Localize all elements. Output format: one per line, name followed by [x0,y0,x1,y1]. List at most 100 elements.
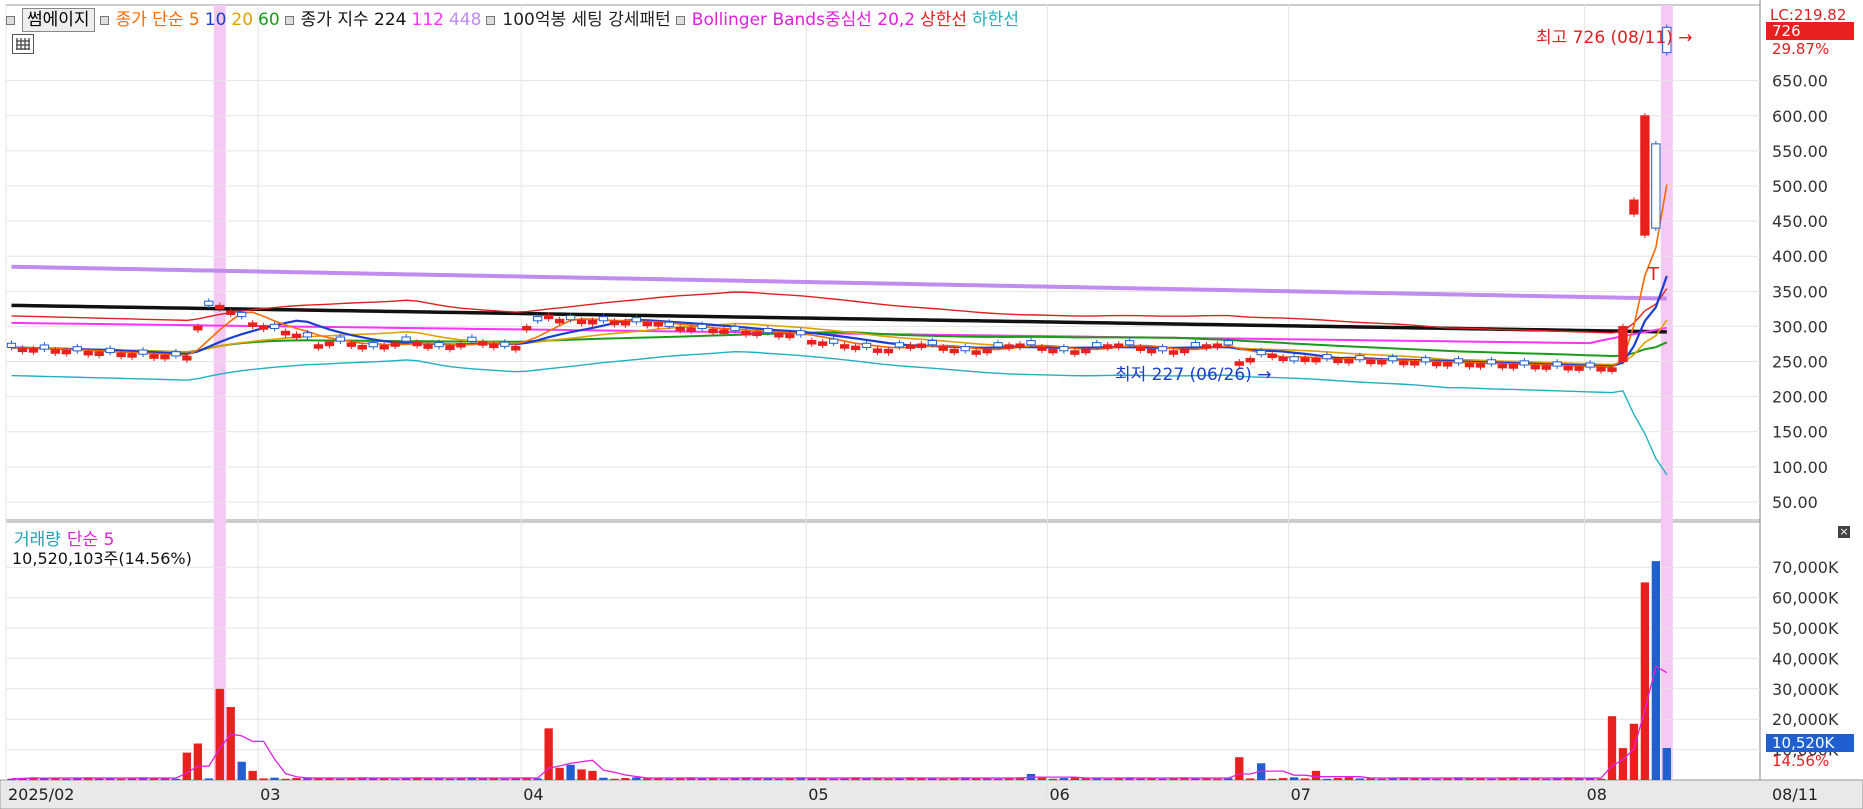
candle-body [565,315,576,321]
candle-body [598,316,609,322]
candle-body [390,342,400,347]
candle-body [1530,364,1540,370]
candle-body [1355,355,1365,361]
candle-body [818,341,828,346]
candle-body [1245,357,1255,363]
candle-body [1037,346,1047,351]
ema-toggle-icon[interactable] [284,15,294,25]
candle-body [94,351,104,356]
candle-body [511,346,521,351]
candle-body [587,319,598,325]
volume-bar [1596,778,1606,780]
candle-body [1388,356,1398,362]
candle-body [61,349,71,355]
calculator-icon[interactable] [12,34,34,54]
candle-body [894,342,905,348]
stock-chart[interactable]: 50.00 100.00 150.00 200.00 250.00 300.00 350.0… [0,0,1863,809]
candle-body [138,349,148,355]
volume-bar [884,778,893,780]
candle-body [1026,340,1036,346]
volume-bar [1542,778,1551,780]
candle-body [1256,350,1266,356]
price-tick-label: 500.00 [1772,177,1828,196]
volume-bar [182,752,192,780]
candle-body [226,310,236,315]
ma-toggle-icon[interactable] [99,15,109,25]
candle-body [741,330,751,336]
close-icon[interactable]: × [1838,526,1850,538]
volume-tick-label: 30,000K [1772,680,1839,699]
candle-body [1289,356,1299,362]
volume-bar [1432,778,1441,780]
volume-bar [1662,748,1671,780]
stock-name-button[interactable]: 썸에이지 [22,8,95,32]
volume-tick-label: 60,000K [1772,589,1839,608]
candle-body [215,304,225,310]
candle-body [686,327,696,332]
candle-body [949,348,959,354]
legend-ma10: 10 [204,10,227,30]
volume-bar [1268,778,1277,780]
candle-body [50,349,60,354]
volume-bar [1278,778,1288,780]
candle-body [642,321,652,327]
candle-body [982,348,992,354]
candle-body [653,322,663,327]
candle-body [335,336,346,342]
volume-bar [1333,778,1343,780]
volume-bar [237,761,246,780]
candle-body [1596,367,1606,372]
volume-bar [665,778,674,780]
legend-ma20: 20 [231,10,254,30]
candle-body [1212,343,1223,348]
pattern-toggle-icon[interactable] [486,15,496,25]
candle-body [1442,362,1453,367]
legend-toggle-icon[interactable] [6,15,15,25]
candle-body [423,344,433,349]
candle-body [576,319,587,325]
candle-body [1640,115,1650,236]
volume-bar [577,769,586,780]
candle-body [1179,348,1190,354]
candle-body [872,348,883,353]
price-tick-label: 200.00 [1772,388,1828,407]
volume-tick-label: 50,000K [1772,619,1839,638]
candle-body [1541,365,1551,370]
candle-body [1048,348,1058,354]
date-tick-label: 07 [1291,785,1311,804]
volume-bar [588,770,597,780]
candle-body [1508,364,1519,369]
candle-body [1366,359,1376,365]
candle-body [1629,199,1639,215]
volume-bar [1235,757,1244,780]
candle-body [752,331,762,337]
candle-body [927,340,937,346]
candle-body [807,339,817,345]
price-tick-label: 150.00 [1772,423,1828,442]
volume-bar [555,767,564,780]
volume-bar [1059,778,1069,780]
volume-bar [1377,778,1386,780]
volume-panel [5,521,1761,781]
volume-bar [1289,777,1299,780]
candle-body [72,346,82,352]
candle-body [1453,358,1464,364]
date-tick-label: 04 [523,785,543,804]
candle-body [1475,363,1486,368]
volume-bar [1487,778,1496,780]
candle-body [478,341,488,346]
volume-bar [1651,561,1661,780]
candle-body [1114,343,1124,348]
volume-bar [215,688,224,780]
candle-body [412,341,422,347]
candle-body [357,345,367,350]
legend-ema224: 종가 지수 224 [300,10,407,30]
candle-body [1059,346,1069,352]
bollinger-toggle-icon[interactable] [675,15,685,25]
candle-body [17,347,28,353]
candle-body [1004,344,1014,349]
candle-body [171,351,181,357]
volume-bar [1103,778,1112,780]
volume-bar [1300,778,1310,780]
volume-bar [993,778,1003,780]
